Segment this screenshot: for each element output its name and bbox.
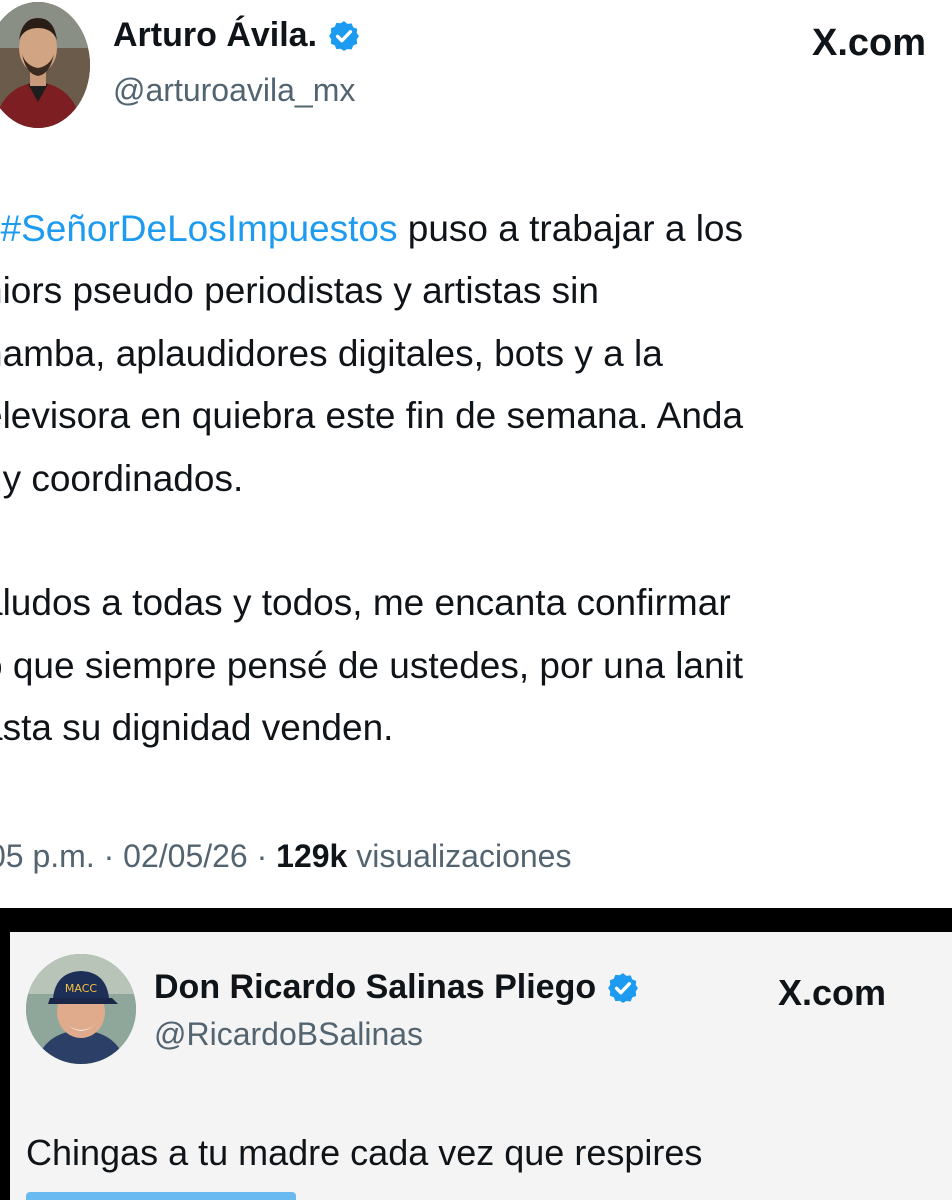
cropped-link (26, 1192, 296, 1200)
tweet-timestamp[interactable]: 05 p.m. · 02/05/26 · (0, 838, 276, 874)
tweet-text: Chingas a tu madre cada vez que respires (26, 1132, 703, 1173)
avatar[interactable]: MACC (26, 954, 136, 1064)
brand-label: X.com (812, 22, 927, 64)
tweet-line: hamba, aplaudidores digitales, bots y a … (0, 332, 663, 374)
tweet-line: aludos a todas y todos, me encanta confi… (0, 582, 731, 624)
tweet-text: l #SeñorDeLosImpuestos puso a trabajar a… (0, 198, 952, 760)
tweet-line: niors pseudo periodistas y artistas sin (0, 270, 599, 312)
avatar-photo (0, 2, 90, 128)
tweet-meta: 05 p.m. · 02/05/26 · 129k visualizacione… (0, 838, 571, 875)
tweet-line: l #SeñorDeLosImpuestos puso a trabajar a… (0, 198, 952, 260)
tweet-line: elevisora en quiebra este fin de semana.… (0, 395, 744, 437)
tweet-line: o que siempre pensé de ustedes, por una … (0, 644, 744, 686)
author-handle[interactable]: @RicardoBSalinas (154, 1016, 423, 1053)
brand-label: X.com (778, 972, 887, 1013)
verified-badge-icon (608, 972, 638, 1003)
views-label: visualizaciones (347, 838, 572, 874)
collage-separator (0, 908, 952, 932)
author-name-row[interactable]: Don Ricardo Salinas Pliego (154, 968, 640, 1007)
tweet-line-rest: puso a trabajar a los (397, 208, 744, 249)
author-handle[interactable]: @arturoavila_mx (113, 72, 355, 109)
avatar[interactable] (0, 2, 90, 128)
x-logo-icon: X.com (778, 972, 886, 1014)
cap-logo: MACC (65, 982, 98, 995)
tweet-line: asta su dignidad venden. (0, 707, 394, 749)
views-count: 129k (276, 838, 348, 874)
avatar-photo: MACC (26, 954, 136, 1064)
author-name[interactable]: Arturo Ávila. (113, 16, 317, 55)
verified-badge-icon (329, 20, 359, 51)
tweet-card-ricardo: MACC Don Ricardo Salinas Pliego @Ricardo… (10, 932, 952, 1200)
hashtag-link[interactable]: #SeñorDeLosImpuestos (1, 208, 398, 249)
x-logo-icon: X.com (812, 22, 926, 65)
author-name-row[interactable]: Arturo Ávila. (113, 16, 361, 55)
tweet-line: uy coordinados. (0, 457, 244, 499)
author-name[interactable]: Don Ricardo Salinas Pliego (154, 968, 596, 1007)
tweet-card-arturo: Arturo Ávila. @arturoavila_mx X.com l #S… (0, 0, 952, 908)
collage-border (0, 932, 10, 1200)
